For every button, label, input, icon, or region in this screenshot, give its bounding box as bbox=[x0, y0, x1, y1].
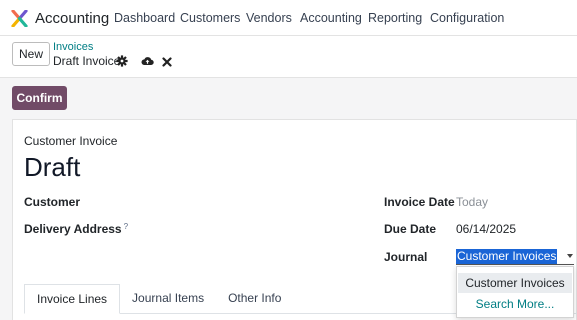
tab-journal-items[interactable]: Journal Items bbox=[120, 284, 217, 314]
invoice-status-title: Draft bbox=[24, 152, 81, 182]
confirm-button[interactable]: Confirm bbox=[12, 86, 67, 110]
discard-close-icon[interactable] bbox=[162, 56, 172, 68]
menu-dashboard[interactable]: Dashboard bbox=[114, 11, 175, 25]
control-panel: New Invoices Draft Invoice bbox=[0, 36, 577, 78]
gear-icon[interactable] bbox=[116, 55, 128, 67]
tab-other-info[interactable]: Other Info bbox=[216, 284, 294, 314]
delivery-address-label-text: Delivery Address bbox=[24, 222, 122, 236]
journal-selected-text: Customer Invoices bbox=[456, 249, 558, 264]
app-name[interactable]: Accounting bbox=[35, 10, 109, 27]
new-button[interactable]: New bbox=[12, 42, 50, 66]
chevron-down-icon[interactable] bbox=[567, 254, 573, 258]
journal-label: Journal bbox=[384, 250, 428, 264]
action-bar: Confirm bbox=[0, 78, 577, 118]
menu-vendors[interactable]: Vendors bbox=[246, 11, 292, 25]
help-tooltip-icon[interactable]: ? bbox=[124, 222, 128, 231]
breadcrumb-current: Draft Invoice bbox=[53, 54, 121, 68]
menu-configuration[interactable]: Configuration bbox=[430, 11, 504, 25]
delivery-address-label: Delivery Address? bbox=[24, 222, 128, 236]
cloud-upload-icon[interactable] bbox=[141, 55, 154, 67]
dropdown-option-customer-invoices[interactable]: Customer Invoices bbox=[458, 273, 572, 293]
journal-dropdown: Customer Invoices Search More... bbox=[456, 266, 574, 318]
dropdown-search-more[interactable]: Search More... bbox=[458, 294, 572, 314]
odoo-app-icon[interactable] bbox=[11, 10, 28, 27]
menu-accounting[interactable]: Accounting bbox=[300, 11, 362, 25]
notebook-tabs: Invoice Lines Journal Items Other Info bbox=[24, 284, 294, 314]
invoice-date-input[interactable]: Today bbox=[456, 195, 488, 209]
invoice-date-label: Invoice Date bbox=[384, 195, 455, 209]
menu-customers[interactable]: Customers bbox=[180, 11, 240, 25]
due-date-input[interactable]: 06/14/2025 bbox=[456, 222, 516, 236]
due-date-label: Due Date bbox=[384, 222, 437, 236]
breadcrumb-invoices-link[interactable]: Invoices bbox=[53, 41, 93, 53]
menu-reporting[interactable]: Reporting bbox=[368, 11, 422, 25]
top-navbar: Accounting Dashboard Customers Vendors A… bbox=[0, 0, 577, 36]
journal-select[interactable]: Customer Invoices bbox=[456, 249, 574, 265]
document-type-label: Customer Invoice bbox=[24, 134, 118, 148]
customer-label: Customer bbox=[24, 195, 81, 209]
tab-invoice-lines[interactable]: Invoice Lines bbox=[24, 284, 121, 314]
